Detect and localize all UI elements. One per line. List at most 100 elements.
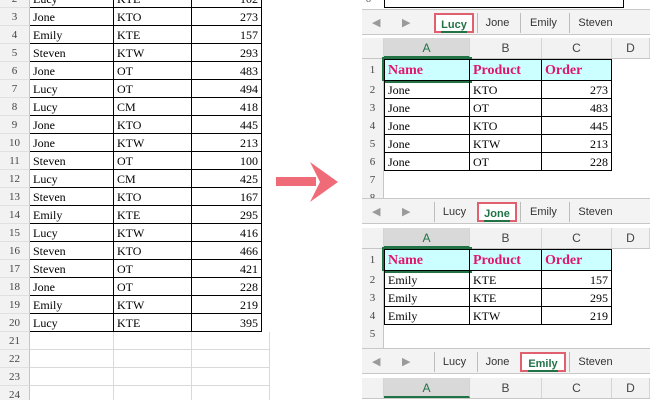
product-cell[interactable]: KTE: [114, 314, 192, 332]
sheet-tab-jone[interactable]: Jone: [477, 352, 517, 372]
empty-cell[interactable]: [30, 368, 114, 386]
order-cell[interactable]: 418: [192, 98, 262, 116]
column-header-b[interactable]: B: [470, 228, 542, 248]
name-cell[interactable]: Steven: [30, 152, 114, 170]
product-header[interactable]: Product: [470, 249, 542, 271]
name-cell[interactable]: Jone: [30, 62, 114, 80]
order-header[interactable]: Order: [542, 59, 612, 81]
order-cell[interactable]: 213: [542, 135, 612, 153]
empty-cell[interactable]: [114, 350, 192, 368]
column-header-d[interactable]: D: [612, 38, 650, 58]
sheet-tab-jone[interactable]: Jone: [477, 202, 517, 222]
order-header[interactable]: Order: [542, 249, 612, 271]
name-cell[interactable]: Jone: [384, 99, 470, 117]
product-cell[interactable]: KTO: [470, 117, 542, 135]
column-header-a[interactable]: A: [384, 228, 470, 248]
column-header-b[interactable]: B: [470, 378, 542, 398]
name-cell[interactable]: Lucy: [30, 170, 114, 188]
column-header-c[interactable]: C: [542, 228, 612, 248]
order-cell[interactable]: 416: [192, 224, 262, 242]
product-cell[interactable]: CM: [114, 98, 192, 116]
name-cell[interactable]: Jone: [384, 81, 470, 99]
empty-cell[interactable]: [192, 350, 270, 368]
empty-cell[interactable]: [30, 350, 114, 368]
product-cell[interactable]: OT: [470, 99, 542, 117]
order-cell[interactable]: 395: [192, 314, 262, 332]
name-cell[interactable]: Jone: [30, 8, 114, 26]
select-all-corner[interactable]: [362, 378, 384, 398]
order-cell[interactable]: 483: [542, 99, 612, 117]
empty-cell[interactable]: [30, 386, 114, 400]
column-header-d[interactable]: D: [612, 378, 650, 398]
name-cell[interactable]: Emily: [384, 307, 470, 325]
select-all-corner[interactable]: [362, 38, 384, 58]
sheet-tab-steven[interactable]: Steven: [569, 352, 621, 372]
name-cell[interactable]: Jone: [384, 135, 470, 153]
name-cell[interactable]: Lucy: [30, 224, 114, 242]
name-cell[interactable]: Emily: [30, 26, 114, 44]
order-cell[interactable]: 167: [192, 188, 262, 206]
column-header-b[interactable]: B: [470, 38, 542, 58]
order-cell[interactable]: 483: [192, 62, 262, 80]
product-cell[interactable]: KTE: [470, 289, 542, 307]
name-header[interactable]: Name: [382, 247, 472, 273]
scroll-left-icon[interactable]: ◀: [372, 355, 380, 368]
name-cell[interactable]: Emily: [384, 271, 470, 289]
name-cell[interactable]: Jone: [30, 278, 114, 296]
name-cell[interactable]: Steven: [30, 188, 114, 206]
name-header[interactable]: Name: [382, 57, 472, 83]
empty-cell[interactable]: [192, 368, 270, 386]
order-cell[interactable]: 100: [192, 152, 262, 170]
product-cell[interactable]: KTE: [114, 0, 192, 8]
empty-cell[interactable]: [114, 332, 192, 350]
order-cell[interactable]: 295: [192, 206, 262, 224]
sheet-tab-lucy[interactable]: Lucy: [434, 13, 474, 33]
scroll-right-icon[interactable]: ▶: [402, 16, 410, 29]
sheet-tab-jone[interactable]: Jone: [477, 13, 517, 33]
order-cell[interactable]: 102: [192, 0, 262, 8]
name-cell[interactable]: Steven: [30, 44, 114, 62]
product-cell[interactable]: KTW: [114, 296, 192, 314]
order-cell[interactable]: 466: [192, 242, 262, 260]
product-cell[interactable]: KTW: [114, 44, 192, 62]
product-cell[interactable]: OT: [114, 260, 192, 278]
sheet-tab-lucy[interactable]: Lucy: [434, 352, 474, 372]
product-cell[interactable]: OT: [114, 80, 192, 98]
sheet-tab-emily[interactable]: Emily: [520, 13, 566, 33]
name-cell[interactable]: Lucy: [30, 80, 114, 98]
product-cell[interactable]: CM: [114, 170, 192, 188]
order-cell[interactable]: 157: [192, 26, 262, 44]
sheet-tab-emily[interactable]: Emily: [520, 202, 566, 222]
order-cell[interactable]: 273: [192, 8, 262, 26]
name-cell[interactable]: Emily: [30, 296, 114, 314]
scroll-left-icon[interactable]: ◀: [372, 205, 380, 218]
empty-cell[interactable]: [114, 368, 192, 386]
product-cell[interactable]: KTE: [114, 206, 192, 224]
product-header[interactable]: Product: [470, 59, 542, 81]
empty-cell[interactable]: [192, 332, 270, 350]
order-cell[interactable]: 219: [192, 296, 262, 314]
product-cell[interactable]: KTE: [470, 271, 542, 289]
product-cell[interactable]: KTE: [114, 26, 192, 44]
name-cell[interactable]: Lucy: [30, 314, 114, 332]
product-cell[interactable]: KTO: [114, 242, 192, 260]
order-cell[interactable]: 293: [192, 44, 262, 62]
empty-cell[interactable]: [30, 332, 114, 350]
name-cell[interactable]: Jone: [384, 117, 470, 135]
product-cell[interactable]: KTO: [470, 81, 542, 99]
product-cell[interactable]: KTW: [114, 134, 192, 152]
name-cell[interactable]: Lucy: [30, 98, 114, 116]
order-cell[interactable]: 421: [192, 260, 262, 278]
name-cell[interactable]: Steven: [30, 260, 114, 278]
product-cell[interactable]: KTO: [114, 188, 192, 206]
order-cell[interactable]: 228: [192, 278, 262, 296]
name-cell[interactable]: Jone: [30, 116, 114, 134]
order-cell[interactable]: 157: [542, 271, 612, 289]
name-cell[interactable]: Emily: [384, 289, 470, 307]
order-cell[interactable]: 219: [542, 307, 612, 325]
order-cell[interactable]: 213: [192, 134, 262, 152]
scroll-right-icon[interactable]: ▶: [402, 205, 410, 218]
scroll-right-icon[interactable]: ▶: [402, 355, 410, 368]
product-cell[interactable]: KTO: [114, 116, 192, 134]
sheet-tab-lucy[interactable]: Lucy: [434, 202, 474, 222]
